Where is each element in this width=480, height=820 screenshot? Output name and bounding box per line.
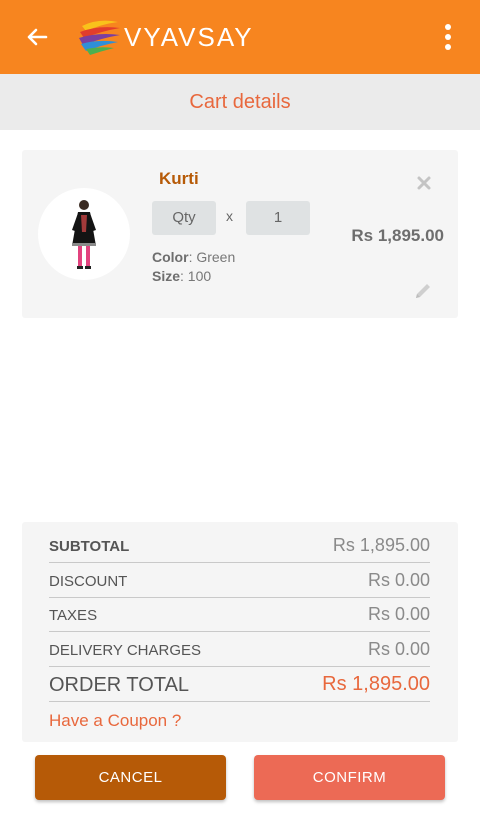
cancel-button[interactable]: CANCEL [35,755,226,800]
confirm-button[interactable]: CONFIRM [254,755,445,800]
order-total-label: ORDER TOTAL [49,674,190,696]
product-name[interactable]: Kurti [159,169,199,189]
size-label: Size [152,268,181,284]
delivery-label: DELIVERY CHARGES [49,642,201,659]
delivery-row: DELIVERY CHARGES Rs 0.00 [49,633,430,667]
page-title: Cart details [0,74,480,130]
product-image[interactable] [38,188,130,280]
cart-item-card: Kurti Qty x 1 Rs 1,895.00 Color: Green S… [22,150,458,318]
coupon-link[interactable]: Have a Coupon ? [49,711,181,731]
arrow-left-icon [27,28,48,46]
remove-item-button[interactable] [415,174,433,192]
qty-input[interactable]: 1 [246,201,310,235]
discount-label: DISCOUNT [49,573,128,590]
size-value: 100 [187,268,212,284]
order-total-row: ORDER TOTAL Rs 1,895.00 [49,668,430,702]
order-summary: SUBTOTAL Rs 1,895.00 DISCOUNT Rs 0.00 TA… [22,522,458,742]
qty-multiplier: x [226,208,233,224]
pencil-icon [416,284,430,298]
subtotal-value: Rs 1,895.00 [332,535,430,555]
taxes-value: Rs 0.00 [367,604,430,624]
app-bar: VYAVSAY [0,0,480,74]
qty-label: Qty [152,201,216,235]
item-color: Color: Green [152,249,236,265]
discount-row: DISCOUNT Rs 0.00 [49,564,430,598]
taxes-label: TAXES [49,607,98,624]
color-value: Green [196,249,236,265]
edit-item-button[interactable] [412,280,434,302]
taxes-row: TAXES Rs 0.00 [49,598,430,632]
more-vertical-icon [445,24,451,30]
brand-name: VYAVSAY [124,22,254,52]
close-icon [417,176,431,190]
overflow-menu-button[interactable] [436,22,460,52]
item-size: Size: 100 [152,268,212,284]
discount-value: Rs 0.00 [367,570,430,590]
color-label: Color [152,249,189,265]
back-button[interactable] [22,22,52,52]
order-total-value: Rs 1,895.00 [322,673,430,695]
subtotal-row: SUBTOTAL Rs 1,895.00 [49,529,430,563]
subtotal-label: SUBTOTAL [49,538,130,555]
item-price: Rs 1,895.00 [351,226,444,245]
brand-logo-icon [76,18,122,56]
delivery-value: Rs 0.00 [367,639,430,659]
